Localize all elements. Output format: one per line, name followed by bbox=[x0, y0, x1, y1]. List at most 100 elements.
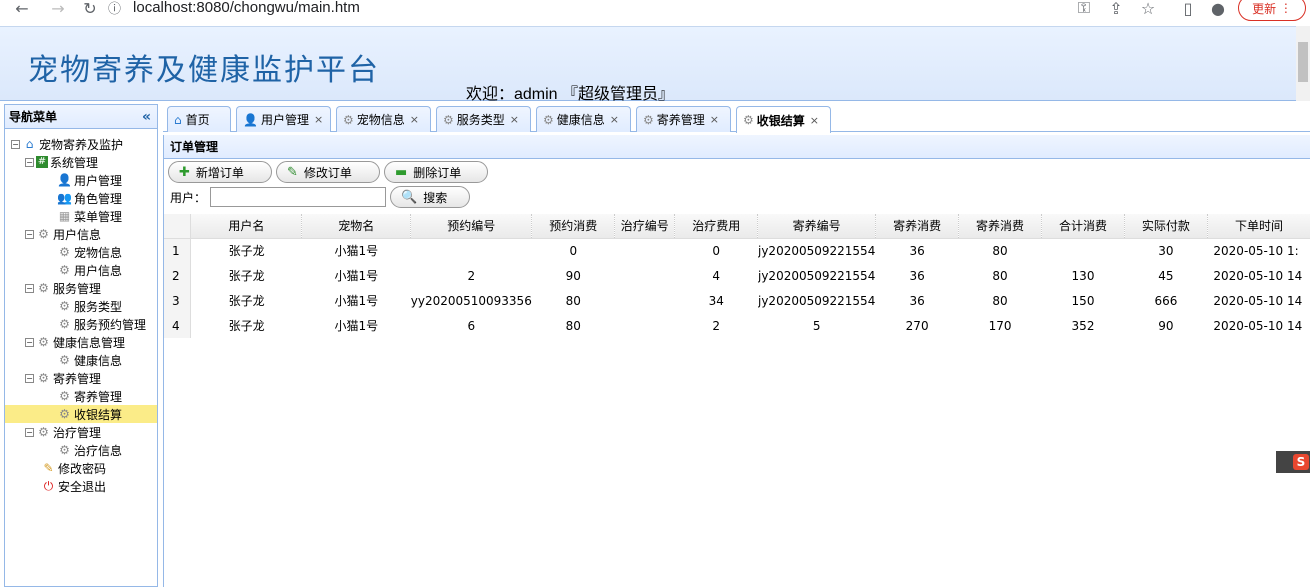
collapse-icon[interactable]: « bbox=[142, 109, 151, 125]
cell-total bbox=[1042, 238, 1125, 263]
column-header[interactable]: 寄养消费 bbox=[958, 214, 1043, 239]
menu-icon: ▦ bbox=[58, 208, 71, 223]
row-number: 2 bbox=[164, 263, 192, 288]
profile-avatar-icon[interactable]: ● bbox=[1206, 0, 1230, 20]
row-number-header bbox=[164, 214, 192, 239]
info-icon[interactable]: ⓘ bbox=[108, 0, 121, 17]
tab-pet-info[interactable]: ⚙ 宠物信息 × bbox=[336, 106, 431, 132]
table-row[interactable]: 4 张子龙 小猫1号 6 80 2 5 270 170 352 90 2020-… bbox=[164, 313, 1310, 338]
column-header[interactable]: 寄养消费 bbox=[875, 214, 960, 239]
sidebar-item-user-info[interactable]: ⚙ 用户信息 bbox=[5, 261, 157, 279]
column-header[interactable]: 治疗编号 bbox=[614, 214, 676, 239]
search-button[interactable]: 🔍 搜索 bbox=[390, 186, 471, 208]
table-row[interactable]: 3 张子龙 小猫1号 yy20200510093356 80 34 jy2020… bbox=[164, 288, 1310, 313]
sidebar-item-treatment-info[interactable]: ⚙ 治疗信息 bbox=[5, 441, 157, 459]
tab-boarding-manage[interactable]: ⚙ 寄养管理 × bbox=[636, 106, 731, 132]
close-icon[interactable]: × bbox=[410, 113, 419, 126]
close-icon[interactable]: × bbox=[610, 113, 619, 126]
tab-service-type[interactable]: ⚙ 服务类型 × bbox=[436, 106, 531, 132]
header-scrollbar[interactable] bbox=[1296, 26, 1310, 101]
column-header[interactable]: 预约消费 bbox=[531, 214, 616, 239]
sidebar-item-health-info[interactable]: ⚙ 健康信息 bbox=[5, 351, 157, 369]
pencil-icon: ✎ bbox=[287, 164, 298, 180]
share-icon[interactable]: ⇪ bbox=[1104, 0, 1128, 20]
collapse-toggle-icon[interactable]: − bbox=[25, 337, 34, 347]
sidebar-item-checkout[interactable]: ⚙ 收银结算 bbox=[5, 405, 157, 423]
collapse-toggle-icon[interactable]: − bbox=[25, 427, 34, 437]
collapse-toggle-icon[interactable]: − bbox=[25, 229, 34, 239]
edit-order-button[interactable]: ✎ 修改订单 bbox=[276, 161, 380, 183]
remove-icon: ▬ bbox=[395, 164, 408, 180]
tree-root[interactable]: − ⌂ 宠物寄养及监护 bbox=[5, 135, 157, 153]
sidebar-item-user-manage[interactable]: 👤 用户管理 bbox=[5, 171, 157, 189]
forward-icon[interactable]: → bbox=[46, 0, 70, 20]
gear-icon: ⚙ bbox=[38, 334, 49, 349]
sidepanel-icon[interactable]: ▯ bbox=[1176, 0, 1200, 20]
update-button[interactable]: 更新 ⋮ bbox=[1238, 0, 1306, 21]
ime-toolbar-widget[interactable]: S bbox=[1276, 451, 1310, 473]
tab-user-manage[interactable]: 👤 用户管理 × bbox=[236, 106, 331, 132]
tree-group-boarding[interactable]: − ⚙ 寄养管理 bbox=[5, 369, 157, 387]
delete-order-button[interactable]: ▬ 删除订单 bbox=[384, 161, 488, 183]
tab-checkout[interactable]: ⚙ 收银结算 × bbox=[736, 106, 831, 133]
gear-icon: ⚙ bbox=[443, 112, 454, 127]
sidebar-item-pet-info[interactable]: ⚙ 宠物信息 bbox=[5, 243, 157, 261]
tree-group-label: 健康信息管理 bbox=[53, 335, 126, 350]
tree-group-user-info[interactable]: − ⚙ 用户信息 bbox=[5, 225, 157, 243]
sidebar-item-label: 寄养管理 bbox=[74, 389, 123, 404]
cell-paid: 666 bbox=[1154, 293, 1178, 308]
sidebar-item-change-password[interactable]: ✎ 修改密码 bbox=[5, 459, 157, 477]
table-row[interactable]: 1 张子龙 小猫1号 0 0 jy20200509221554 36 80 30… bbox=[164, 238, 1310, 263]
cell-order-time: 2020-05-10 14 bbox=[1213, 318, 1303, 333]
order-toolbar: ✚ 新增订单 ✎ 修改订单 ▬ 删除订单 bbox=[164, 159, 1310, 185]
add-order-button[interactable]: ✚ 新增订单 bbox=[168, 161, 272, 183]
back-icon[interactable]: ← bbox=[10, 0, 34, 20]
close-icon[interactable]: × bbox=[810, 114, 819, 127]
sidebar-item-label: 用户管理 bbox=[74, 173, 123, 188]
cell-treatment-cost: 34 bbox=[708, 293, 724, 308]
column-header[interactable]: 实际付款 bbox=[1124, 214, 1208, 239]
tree-group-service[interactable]: − ⚙ 服务管理 bbox=[5, 279, 157, 297]
collapse-toggle-icon[interactable]: − bbox=[11, 139, 20, 149]
column-header[interactable]: 下单时间 bbox=[1207, 214, 1310, 239]
user-filter-input[interactable] bbox=[210, 187, 387, 207]
column-header[interactable]: 预约编号 bbox=[410, 214, 533, 239]
scrollbar-thumb[interactable] bbox=[1298, 42, 1308, 82]
tab-health-info[interactable]: ⚙ 健康信息 × bbox=[536, 106, 631, 132]
tree-group-treatment[interactable]: − ⚙ 治疗管理 bbox=[5, 423, 157, 441]
cell-boarding-cost-2: 80 bbox=[992, 293, 1008, 308]
column-header[interactable]: 寄养编号 bbox=[757, 214, 877, 239]
column-header[interactable]: 用户名 bbox=[190, 214, 303, 239]
sidebar-item-menu-manage[interactable]: ▦ 菜单管理 bbox=[5, 207, 157, 225]
key-icon[interactable]: ⚿ bbox=[1072, 0, 1096, 20]
close-icon[interactable]: × bbox=[510, 113, 519, 126]
reload-icon[interactable]: ↻ bbox=[78, 0, 102, 20]
cell-boarding-cost-2: 80 bbox=[992, 268, 1008, 283]
table-row[interactable]: 2 张子龙 小猫1号 2 90 4 jy20200509221554 36 80… bbox=[164, 263, 1310, 288]
sidebar-item-role-manage[interactable]: 👥 角色管理 bbox=[5, 189, 157, 207]
column-header[interactable]: 宠物名 bbox=[301, 214, 412, 239]
tree-group-label: 系统管理 bbox=[50, 155, 99, 170]
sidebar-item-boarding-manage[interactable]: ⚙ 寄养管理 bbox=[5, 387, 157, 405]
tab-label: 用户管理 bbox=[260, 113, 309, 127]
bookmark-star-icon[interactable]: ☆ bbox=[1136, 0, 1160, 20]
cell-boarding-cost-2: 170 bbox=[988, 318, 1012, 333]
users-icon: 👤 bbox=[243, 112, 258, 127]
app-header: 宠物寄养及健康监护平台 欢迎：admin 『超级管理员』 bbox=[0, 26, 1296, 103]
main-area: ⌂ 首页 👤 用户管理 × ⚙ 宠物信息 × ⚙ 服务类型 × ⚙ 健康信息 × ⚙ 寄养管理 × ⚙… bbox=[163, 104, 1310, 587]
tree-group-health[interactable]: − ⚙ 健康信息管理 bbox=[5, 333, 157, 351]
close-icon[interactable]: × bbox=[710, 113, 719, 126]
collapse-toggle-icon[interactable]: − bbox=[25, 157, 34, 167]
sogou-ime-icon[interactable]: S bbox=[1293, 454, 1309, 470]
column-header[interactable]: 合计消费 bbox=[1041, 214, 1125, 239]
column-header[interactable]: 治疗费用 bbox=[674, 214, 759, 239]
collapse-toggle-icon[interactable]: − bbox=[25, 373, 34, 383]
tab-home[interactable]: ⌂ 首页 bbox=[167, 106, 231, 132]
sidebar-item-logout[interactable]: ⏻ 安全退出 bbox=[5, 477, 157, 495]
close-icon[interactable]: × bbox=[314, 113, 323, 126]
tree-group-system[interactable]: − # 系统管理 bbox=[5, 153, 157, 171]
address-bar[interactable]: ⓘ localhost:8080/chongwu/main.htm bbox=[108, 0, 1168, 22]
collapse-toggle-icon[interactable]: − bbox=[25, 283, 34, 293]
sidebar-item-service-booking[interactable]: ⚙ 服务预约管理 bbox=[5, 315, 157, 333]
sidebar-item-service-type[interactable]: ⚙ 服务类型 bbox=[5, 297, 157, 315]
